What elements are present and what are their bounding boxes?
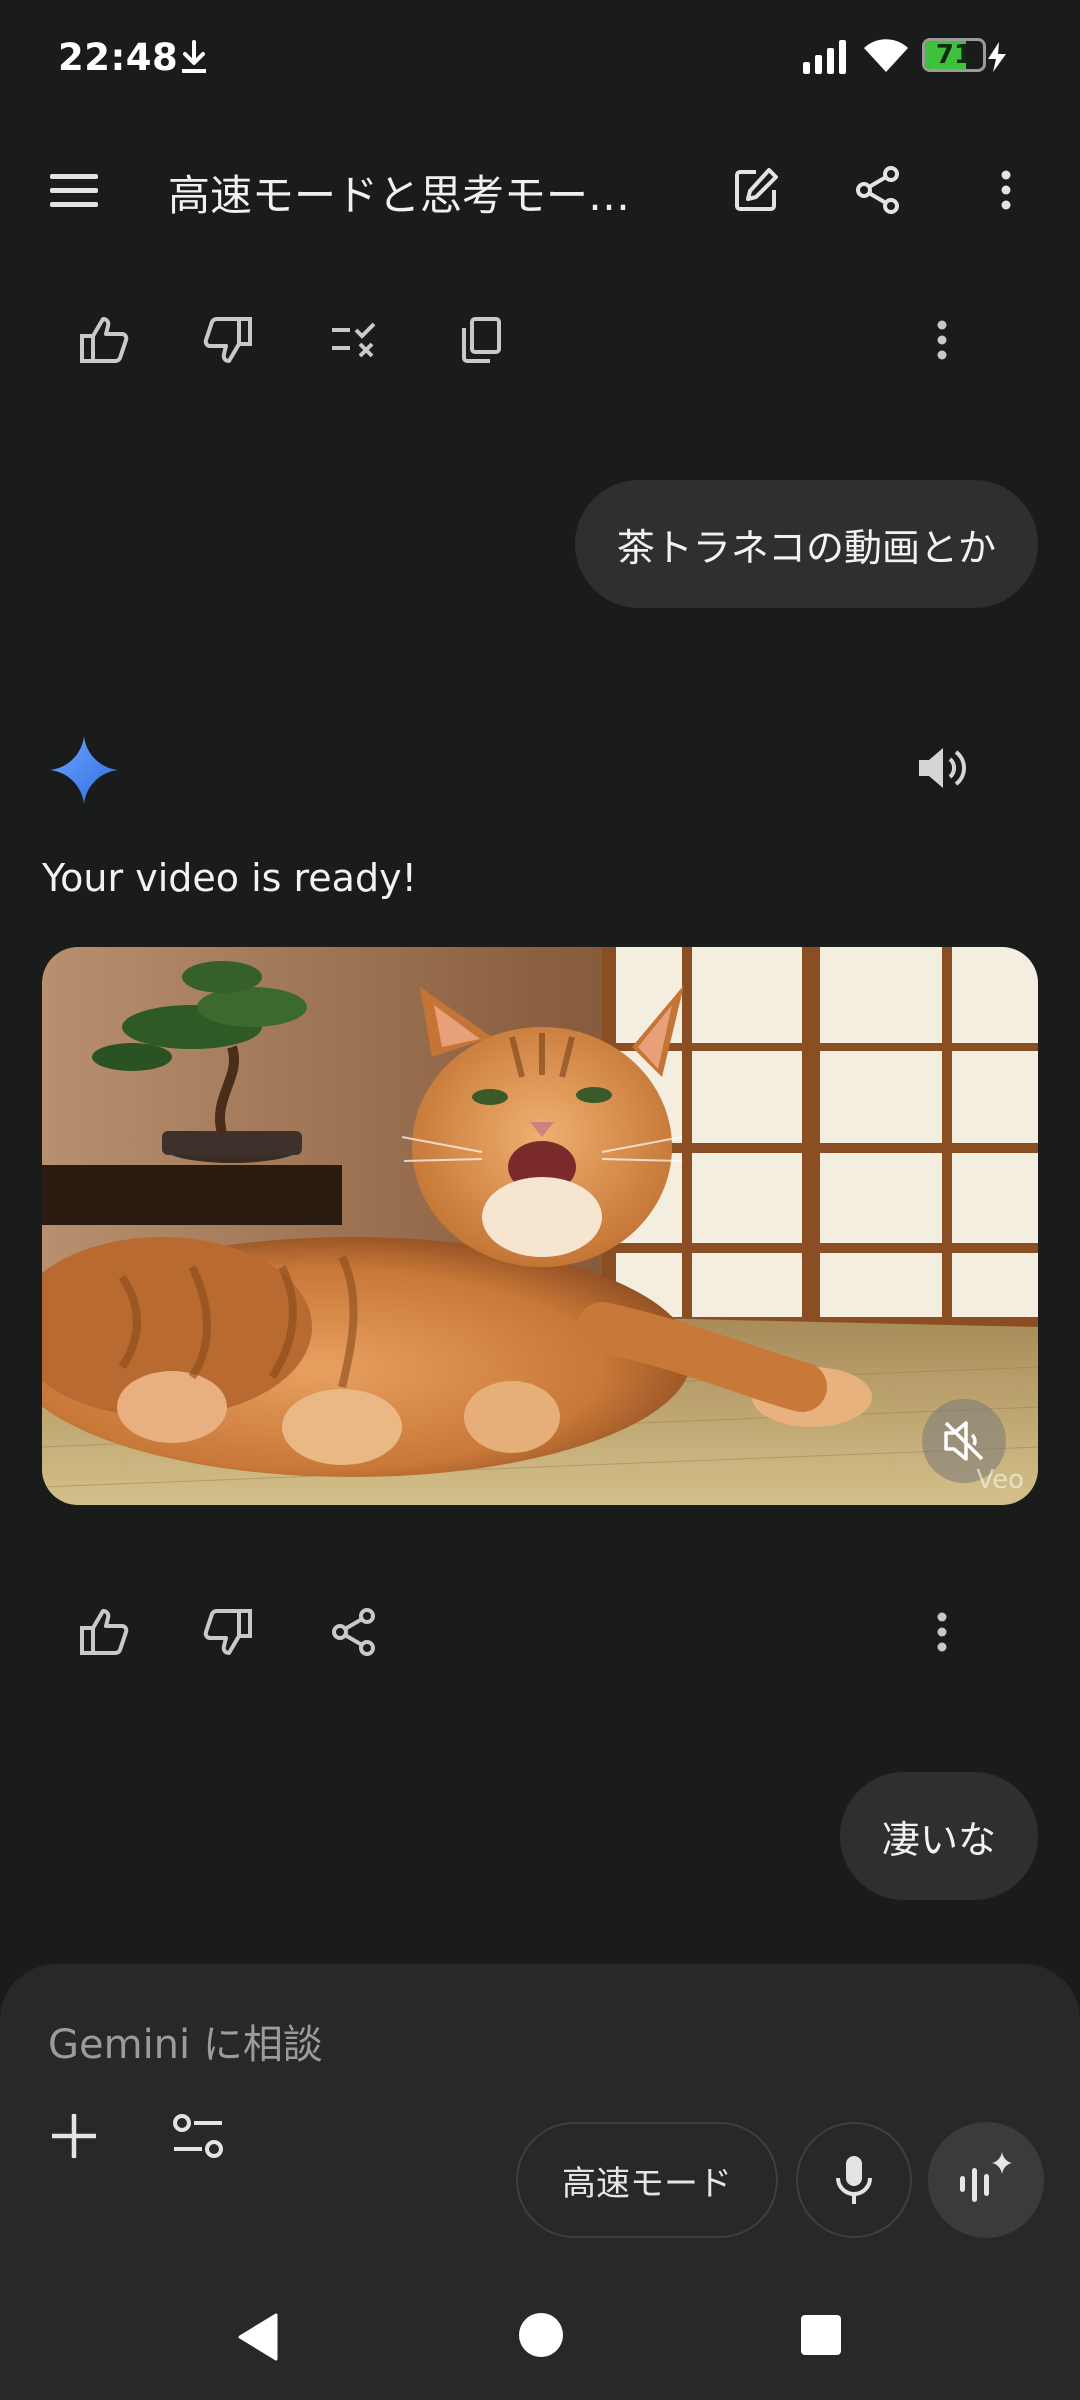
share-response-button[interactable] xyxy=(318,1596,390,1668)
share-icon xyxy=(856,166,899,214)
menu-button[interactable] xyxy=(40,160,108,220)
thumb-down-icon xyxy=(203,1609,252,1655)
menu-icon xyxy=(50,174,98,207)
thumb-down-button[interactable] xyxy=(192,1596,264,1668)
home-icon xyxy=(519,2313,563,2357)
video-frame xyxy=(42,947,1038,1505)
volume-up-icon xyxy=(919,748,966,788)
volume-off-icon xyxy=(944,1421,984,1461)
double-check-button[interactable] xyxy=(318,304,390,376)
prompt-input[interactable] xyxy=(48,2022,748,2068)
read-aloud-button[interactable] xyxy=(906,732,978,804)
more-vert-icon xyxy=(1001,170,1011,210)
wifi-icon xyxy=(862,38,910,74)
charging-bolt-icon xyxy=(986,42,1008,72)
user-message-text: 茶トラネコの動画とか xyxy=(616,525,996,570)
signal-icon xyxy=(803,40,849,74)
tools-icon xyxy=(173,2114,223,2158)
status-time: 22:48 xyxy=(58,36,179,79)
thumb-down-icon xyxy=(203,317,252,363)
user-message-bubble: 凄いな xyxy=(839,1772,1038,1900)
user-message-text: 凄いな xyxy=(881,1817,996,1862)
recents-icon xyxy=(801,2315,841,2355)
veo-watermark: Veo xyxy=(976,1465,1024,1495)
new-chat-button[interactable] xyxy=(722,160,790,220)
share-button[interactable] xyxy=(844,160,912,220)
live-button[interactable] xyxy=(928,2122,1044,2238)
thumb-up-icon xyxy=(80,317,129,363)
chat-title[interactable]: 高速モードと思考モード… xyxy=(168,162,668,223)
tools-button[interactable] xyxy=(166,2104,230,2168)
more-options-button[interactable] xyxy=(976,160,1036,220)
mic-icon xyxy=(836,2156,872,2204)
mode-selector-button[interactable]: 高速モード xyxy=(516,2122,778,2238)
mic-button[interactable] xyxy=(796,2122,912,2238)
add-button[interactable] xyxy=(42,2104,106,2168)
share-icon xyxy=(332,1608,375,1656)
nav-home-button[interactable] xyxy=(518,2312,564,2358)
copy-icon xyxy=(462,317,501,363)
edit-icon xyxy=(735,168,778,211)
copy-button[interactable] xyxy=(444,304,516,376)
user-message-bubble: 茶トラネコの動画とか xyxy=(574,480,1038,608)
thumb-up-button[interactable] xyxy=(68,304,140,376)
checklist-icon xyxy=(332,322,376,358)
battery-icon: 71 xyxy=(922,38,986,72)
response-text: Your video is ready! xyxy=(42,856,417,900)
thumb-up-button[interactable] xyxy=(68,1596,140,1668)
download-icon xyxy=(178,38,210,76)
gemini-sparkle-icon xyxy=(50,736,118,804)
response-more-button[interactable] xyxy=(906,304,978,376)
battery-level: 71 xyxy=(935,40,973,70)
back-icon xyxy=(238,2313,278,2361)
more-vert-icon xyxy=(937,320,947,360)
thumb-down-button[interactable] xyxy=(192,304,264,376)
more-vert-icon xyxy=(937,1612,947,1652)
nav-back-button[interactable] xyxy=(236,2312,280,2362)
live-icon xyxy=(960,2152,1012,2202)
generated-video[interactable]: Veo xyxy=(42,947,1038,1505)
nav-recents-button[interactable] xyxy=(800,2314,842,2356)
response-more-button[interactable] xyxy=(906,1596,978,1668)
thumb-up-icon xyxy=(80,1609,129,1655)
plus-icon xyxy=(52,2114,96,2158)
